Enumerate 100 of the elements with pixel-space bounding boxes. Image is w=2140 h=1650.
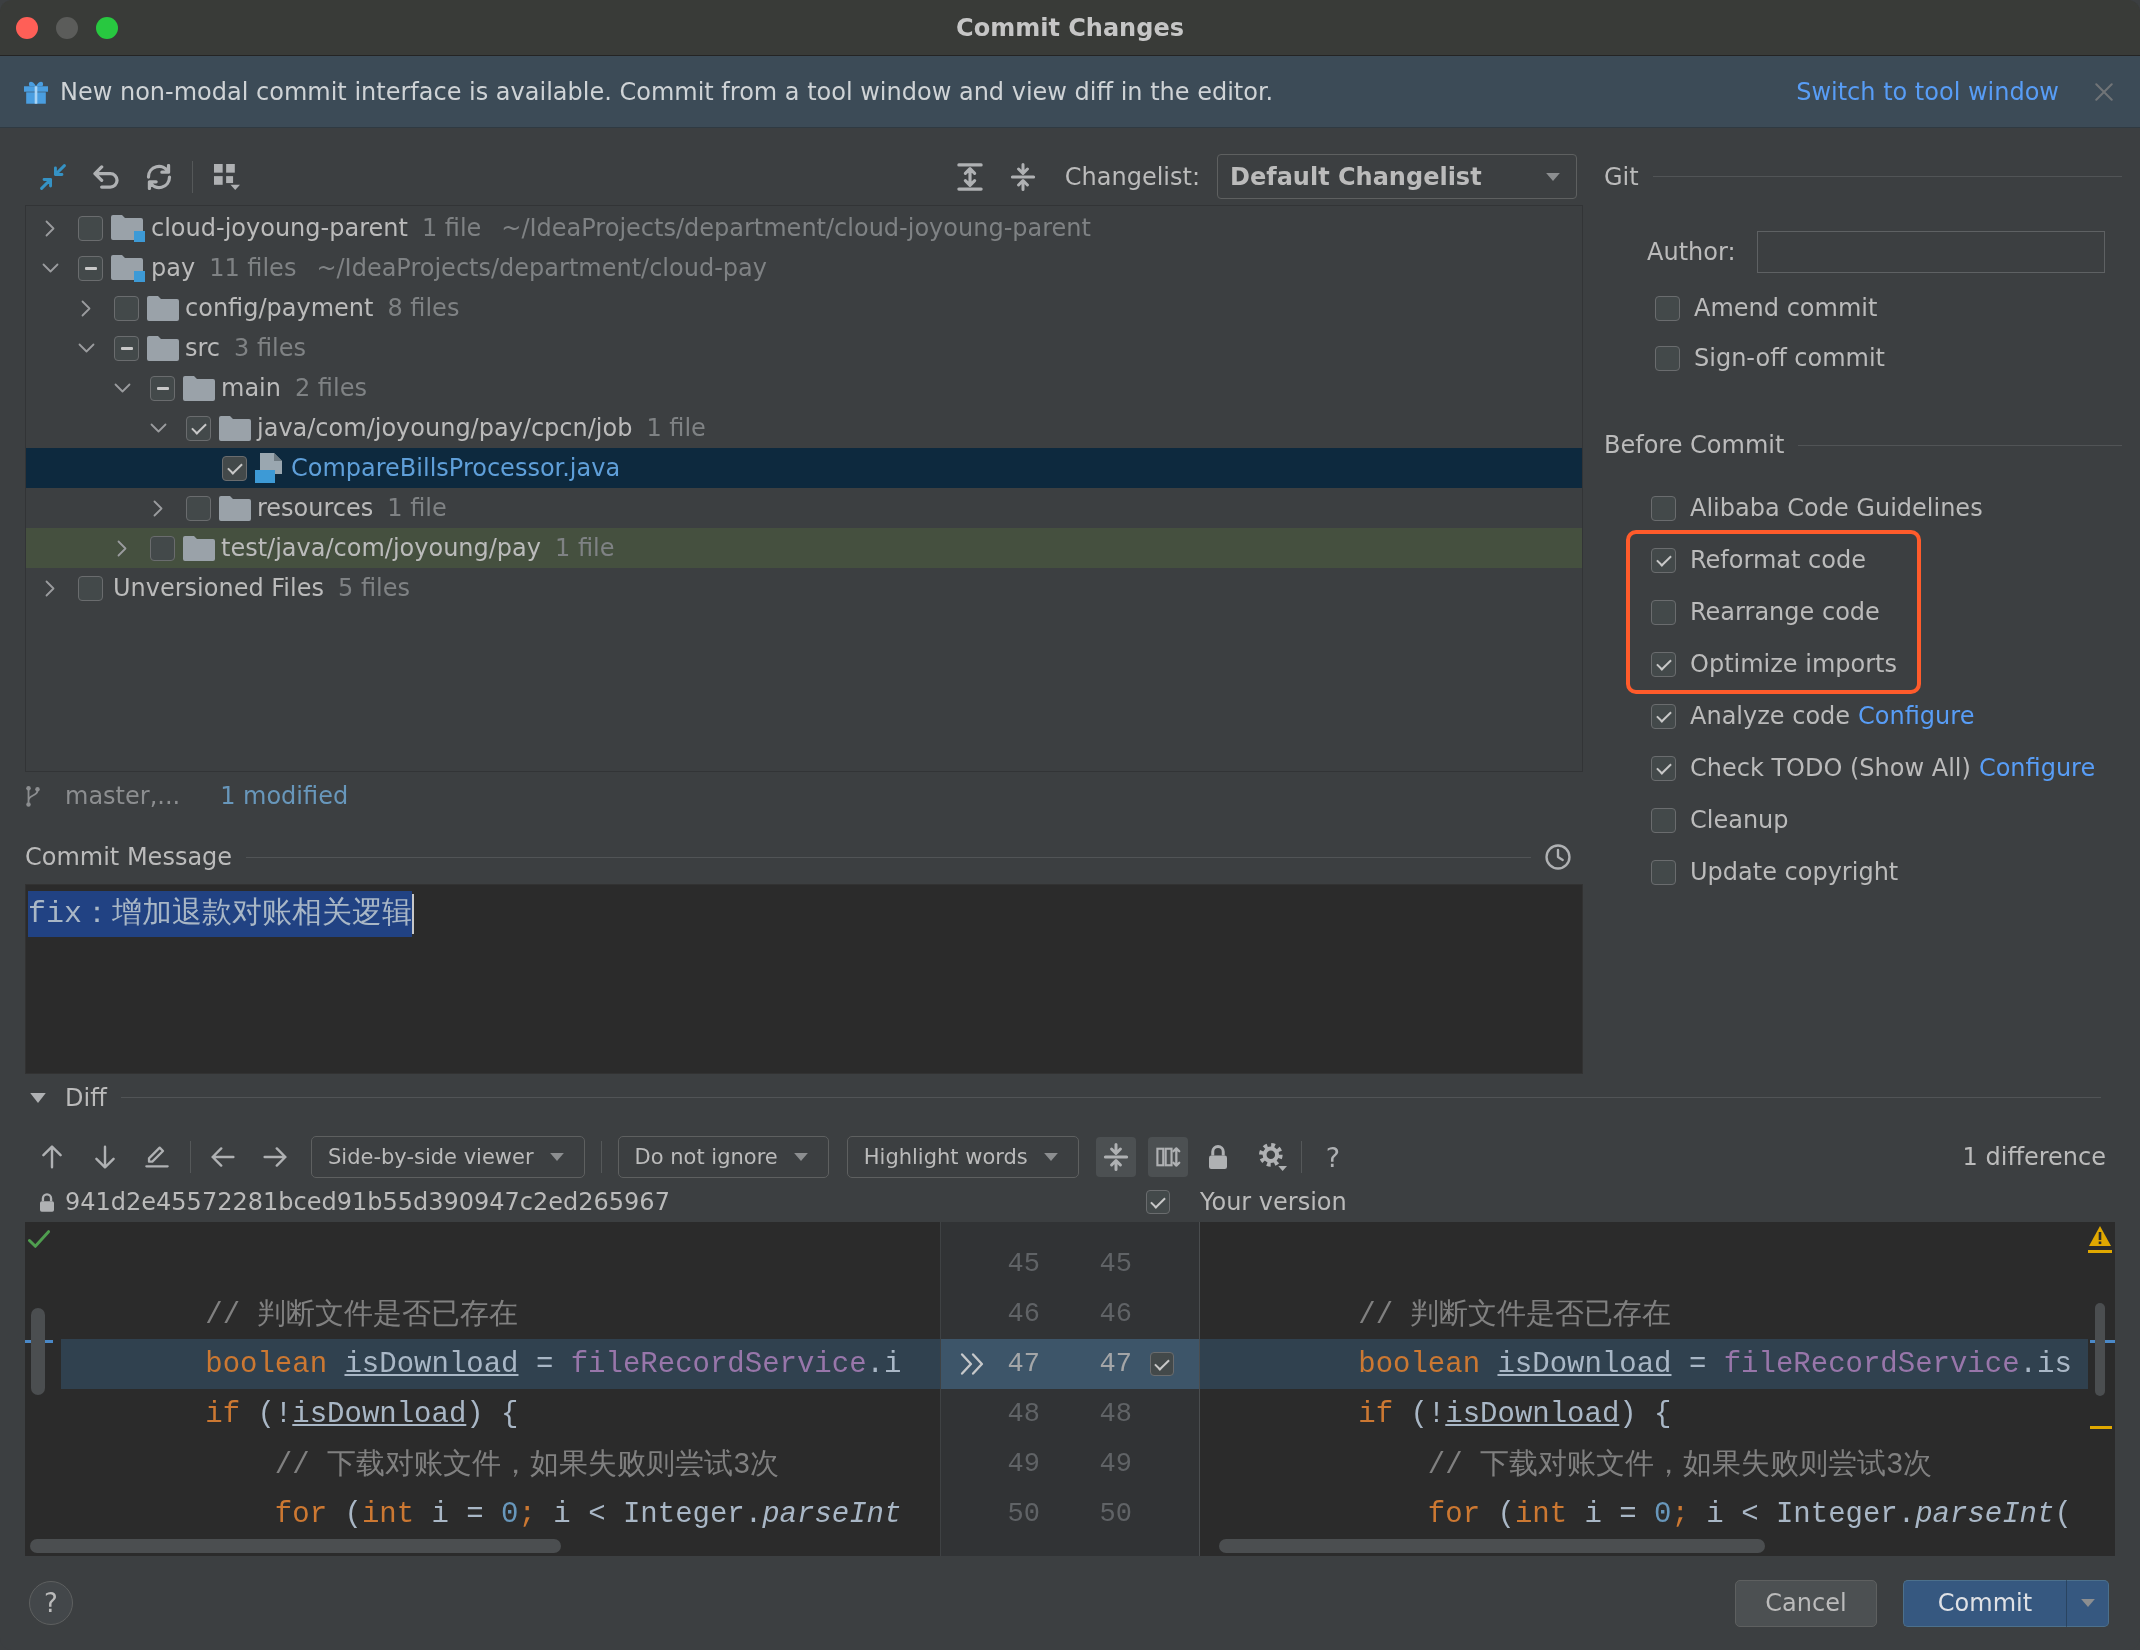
option-label: Check TODO (Show All) — [1690, 754, 1971, 782]
project-path: ~/IdeaProjects/department/cloud-joyoung-parent — [501, 214, 1091, 242]
expand-all-icon[interactable] — [956, 162, 983, 191]
chevron-down-icon[interactable] — [149, 423, 167, 433]
chevron-down-icon[interactable] — [113, 383, 131, 393]
checkbox[interactable] — [186, 495, 211, 521]
checkbox[interactable] — [1651, 495, 1676, 521]
group-name[interactable]: Unversioned Files — [113, 574, 324, 602]
folder-icon — [219, 495, 251, 521]
checkbox[interactable] — [1150, 1352, 1174, 1376]
chevron-right-icon[interactable] — [45, 579, 55, 597]
selected-tree-row[interactable]: CompareBillsProcessor.java — [26, 448, 1582, 488]
cancel-button[interactable]: Cancel — [1735, 1579, 1877, 1627]
module-name[interactable]: cloud-joyoung-parent — [151, 214, 408, 242]
lock-icon — [40, 1192, 54, 1212]
test-scope-tree-row[interactable]: test/java/com/joyoung/pay 1 file — [26, 528, 1582, 568]
scrollbar-thumb[interactable] — [30, 1539, 561, 1553]
module-name[interactable]: pay — [151, 254, 196, 282]
triangle-down-icon[interactable] — [30, 1092, 46, 1103]
checkbox[interactable] — [1651, 703, 1676, 729]
highlight-dropdown[interactable]: Highlight words — [846, 1136, 1079, 1178]
toggle-button[interactable] — [1147, 1137, 1188, 1177]
checkbox[interactable] — [1651, 807, 1676, 833]
collapse-all-icon[interactable] — [1009, 162, 1036, 191]
chevron-right-icon[interactable] — [153, 499, 163, 517]
checkbox[interactable] — [150, 375, 175, 401]
file-count: 1 file — [387, 494, 447, 522]
warning-icon — [2088, 1225, 2112, 1253]
double-chevron-icon[interactable] — [960, 1353, 984, 1375]
modified-count-link[interactable]: 1 modified — [220, 782, 349, 810]
checkbox[interactable] — [1651, 547, 1676, 573]
revision-hash: 941d2e45572281bced91b55d390947c2ed265967 — [65, 1188, 670, 1216]
chevron-right-icon[interactable] — [117, 539, 127, 557]
checkbox[interactable] — [78, 575, 103, 601]
configure-link[interactable]: Configure — [1978, 754, 2096, 782]
settings-icon[interactable] — [1258, 1143, 1287, 1171]
line-number: 47 — [1006, 1349, 1040, 1379]
folder-name[interactable]: java/com/joyoung/pay/cpcn/job — [257, 414, 633, 442]
chevron-right-icon[interactable] — [81, 299, 91, 317]
history-icon[interactable] — [1545, 844, 1571, 870]
checkbox[interactable] — [114, 335, 139, 361]
option-label: Update copyright — [1690, 858, 1899, 886]
undo-icon[interactable] — [93, 164, 119, 189]
project-path: ~/IdeaProjects/department/cloud-pay — [316, 254, 767, 282]
file-name[interactable]: CompareBillsProcessor.java — [291, 454, 621, 482]
viewer-dropdown[interactable]: Side-by-side viewer — [311, 1136, 585, 1178]
scrollbar-thumb[interactable] — [31, 1308, 45, 1395]
changelist-dropdown[interactable]: Default Changelist — [1217, 154, 1577, 199]
pencil-icon[interactable] — [145, 1146, 169, 1168]
switch-link[interactable]: Switch to tool window — [1796, 77, 2059, 106]
checkbox[interactable] — [186, 415, 211, 441]
commit-options-button[interactable] — [2066, 1579, 2109, 1627]
up-arrow-icon[interactable] — [42, 1145, 62, 1169]
left-arrow-icon[interactable] — [211, 1147, 235, 1167]
lock-icon[interactable] — [1208, 1145, 1227, 1169]
checkbox[interactable] — [1655, 345, 1680, 371]
folder-icon — [147, 295, 179, 321]
folder-name[interactable]: config/payment — [185, 294, 374, 322]
folder-name[interactable]: main — [221, 374, 281, 402]
branch-name: master,... — [65, 782, 181, 810]
scrollbar-thumb[interactable] — [1219, 1539, 1765, 1553]
zoom-button[interactable] — [96, 16, 118, 39]
checkbox[interactable] — [1651, 599, 1676, 625]
refresh-icon[interactable] — [146, 163, 172, 190]
chevron-down-icon[interactable] — [77, 343, 95, 353]
scrollbar-thumb[interactable] — [2095, 1303, 2105, 1396]
close-button[interactable] — [16, 16, 38, 39]
checkbox[interactable] — [150, 535, 175, 561]
checkbox[interactable] — [1146, 1190, 1170, 1214]
author-label: Author: — [1647, 238, 1736, 266]
file-count: 11 files — [209, 254, 297, 282]
commit-message-field[interactable]: fix：增加退款对账相关逻辑 — [25, 884, 1583, 1074]
configure-link[interactable]: Configure — [1858, 702, 1975, 730]
folder-name[interactable]: src — [185, 334, 221, 362]
chevron-right-icon[interactable] — [45, 219, 55, 237]
checkbox[interactable] — [1651, 859, 1676, 885]
arrows-icon[interactable] — [40, 163, 66, 190]
checkbox[interactable] — [1651, 651, 1676, 677]
folder-name[interactable]: test/java/com/joyoung/pay — [221, 534, 541, 562]
folder-name[interactable]: resources — [257, 494, 374, 522]
chevron-down-icon[interactable] — [41, 263, 59, 273]
collapse-icon[interactable] — [1102, 1143, 1129, 1171]
option-label: Analyze code — [1690, 702, 1851, 730]
checkbox[interactable] — [1651, 755, 1676, 781]
checkbox[interactable] — [222, 455, 247, 481]
down-arrow-icon[interactable] — [95, 1145, 115, 1169]
checkbox[interactable] — [1655, 295, 1680, 321]
version-title: Your version — [1200, 1188, 1348, 1216]
checkbox[interactable] — [114, 295, 139, 321]
help-button[interactable]: ? — [1325, 1141, 1341, 1173]
checkbox[interactable] — [78, 215, 103, 241]
author-field[interactable] — [1757, 231, 2105, 273]
right-arrow-icon[interactable] — [263, 1147, 287, 1167]
checkbox[interactable] — [78, 255, 103, 281]
grid-icon[interactable] — [214, 163, 240, 190]
ignore-dropdown[interactable]: Do not ignore — [617, 1136, 829, 1178]
caret-icon — [549, 1153, 564, 1161]
help-button[interactable]: ? — [29, 1581, 73, 1625]
commit-button[interactable]: Commit — [1903, 1579, 2066, 1627]
toggle-button[interactable] — [1095, 1137, 1136, 1177]
